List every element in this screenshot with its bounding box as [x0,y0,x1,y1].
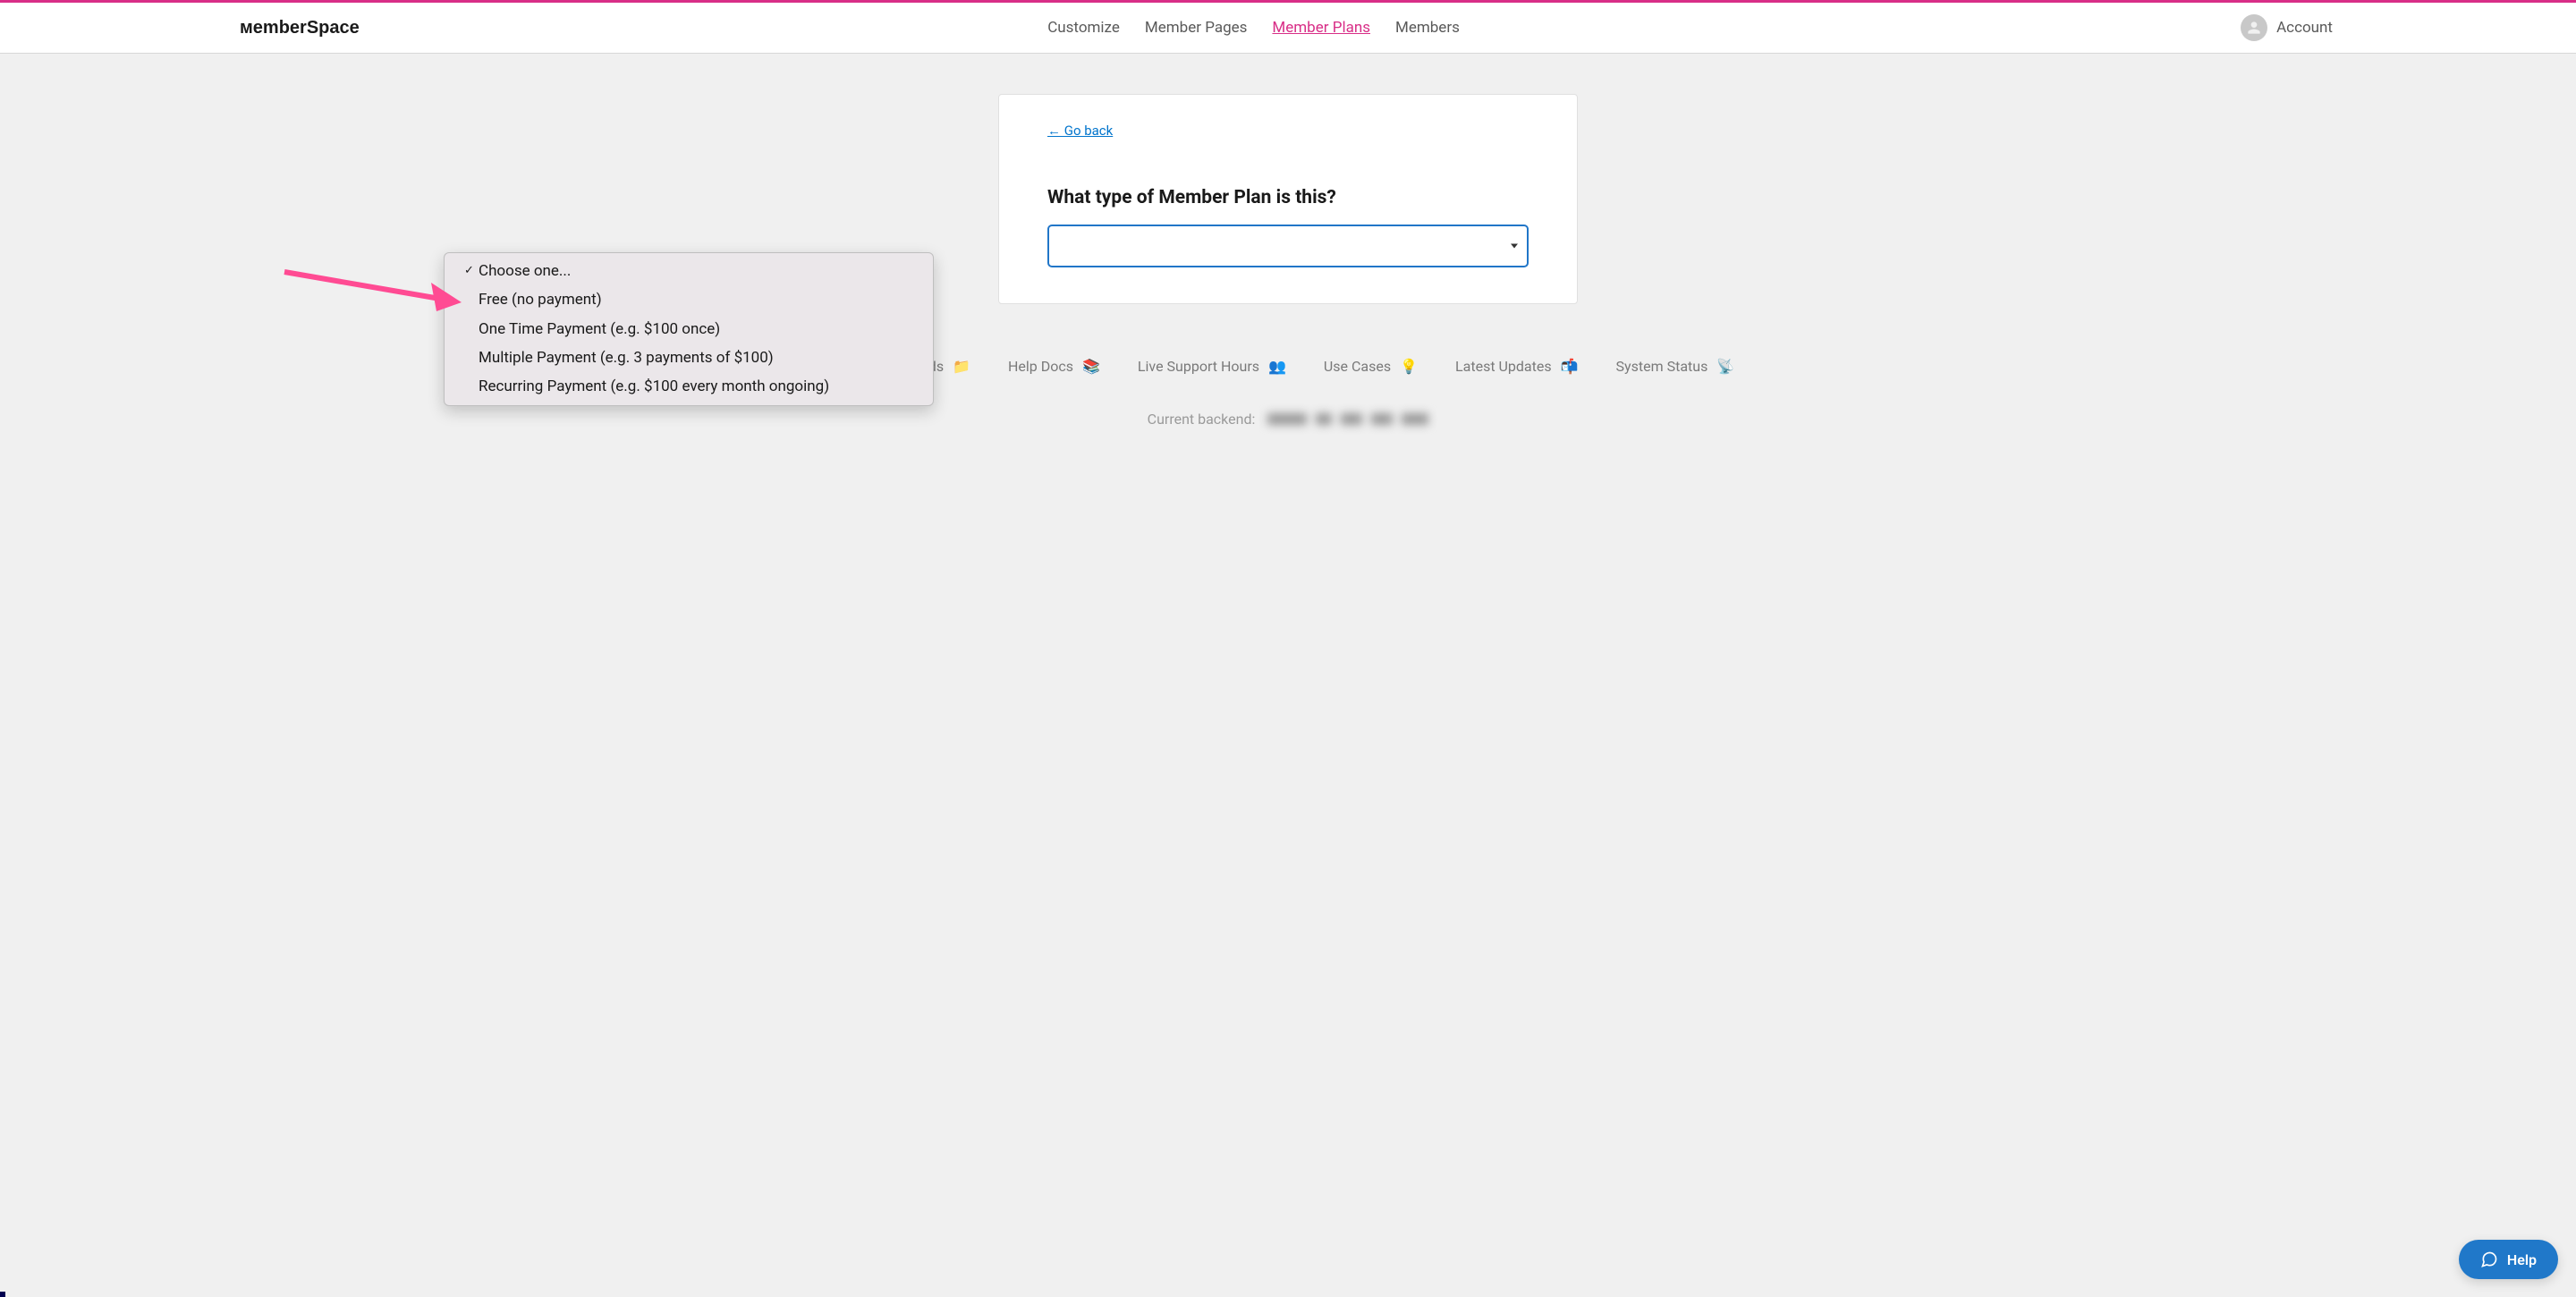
nav-members[interactable]: Members [1395,19,1460,37]
backend-value-blurred [1267,413,1428,425]
dropdown-option-label: Multiple Payment (e.g. 3 payments of $10… [479,346,774,369]
footer-latest-updates[interactable]: Latest Updates 📬 [1455,358,1578,375]
people-icon: 👥 [1268,358,1286,375]
checkmark-icon: ✓ [464,262,477,280]
nav-customize[interactable]: Customize [1047,19,1120,37]
dropdown-option-label: Recurring Payment (e.g. $100 every month… [479,375,829,398]
bottom-edge-decoration [0,1292,5,1297]
account-label: Account [2276,19,2333,37]
header: ᴍemberSpace Customize Member Pages Membe… [0,3,2576,54]
bulb-icon: 💡 [1400,358,1418,375]
footer-links: Free Downloads 📁 Help Docs 📚 Live Suppor… [0,358,2576,375]
dropdown-option-onetime[interactable]: One Time Payment (e.g. $100 once) [445,315,933,343]
dropdown-option-choose[interactable]: ✓ Choose one... [445,257,933,285]
main-nav: Customize Member Pages Member Plans Memb… [267,19,2241,37]
go-back-link[interactable]: ← Go back [1047,123,1113,139]
dropdown-option-label: One Time Payment (e.g. $100 once) [479,318,720,341]
account-menu[interactable]: Account [2241,14,2333,41]
plan-type-dropdown: ✓ Choose one... Free (no payment) One Ti… [444,252,934,406]
dropdown-option-label: Free (no payment) [479,288,602,311]
plan-type-card: ← Go back What type of Member Plan is th… [998,94,1578,304]
help-button[interactable]: Help [2459,1240,2558,1279]
content-area: ← Go back What type of Member Plan is th… [0,54,2576,304]
footer-live-support[interactable]: Live Support Hours 👥 [1138,358,1286,375]
footer-use-cases[interactable]: Use Cases 💡 [1324,358,1418,375]
backend-info: Current backend: [0,411,2576,428]
help-button-label: Help [2507,1251,2537,1268]
folder-icon: 📁 [953,358,970,375]
dropdown-option-multiple[interactable]: Multiple Payment (e.g. 3 payments of $10… [445,343,933,372]
nav-member-plans[interactable]: Member Plans [1272,19,1370,37]
chevron-down-icon [1511,244,1518,249]
plan-type-question: What type of Member Plan is this? [1047,187,1529,208]
footer-help-docs[interactable]: Help Docs 📚 [1008,358,1100,375]
dropdown-option-label: Choose one... [479,259,571,283]
satellite-icon: 📡 [1716,358,1734,375]
dropdown-option-recurring[interactable]: Recurring Payment (e.g. $100 every month… [445,372,933,401]
books-icon: 📚 [1082,358,1100,375]
nav-member-pages[interactable]: Member Pages [1145,19,1248,37]
backend-label: Current backend: [1148,411,1256,428]
mailbox-icon: 📬 [1561,358,1579,375]
avatar-icon [2241,14,2267,41]
footer-system-status[interactable]: System Status 📡 [1616,358,1735,375]
dropdown-option-free[interactable]: Free (no payment) [445,285,933,314]
plan-type-select[interactable] [1047,225,1529,267]
chat-icon [2480,1250,2498,1268]
